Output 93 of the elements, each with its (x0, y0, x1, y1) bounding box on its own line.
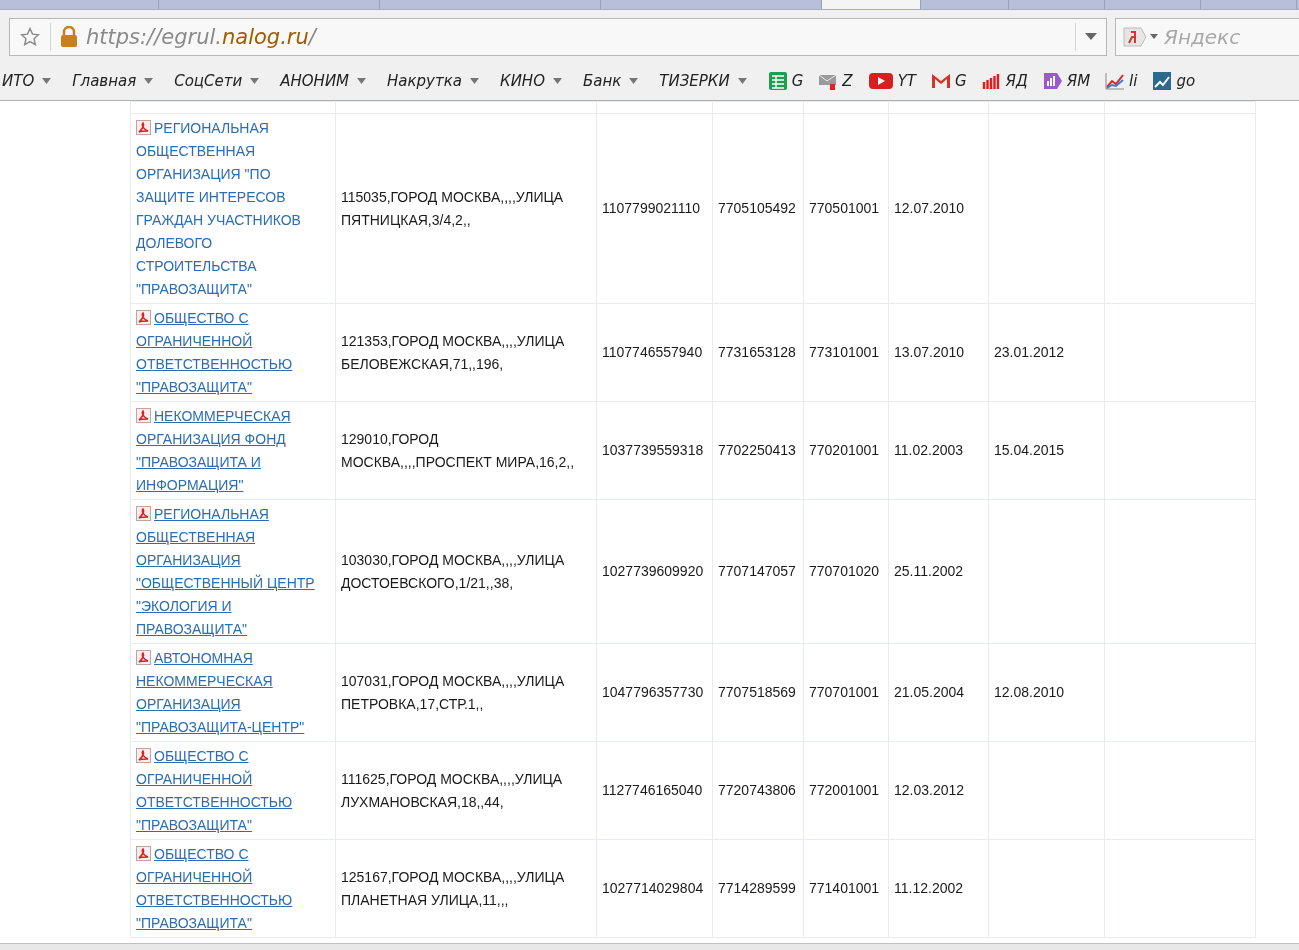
inn-text: 7707518569 (718, 684, 796, 700)
line-chart-icon (1105, 71, 1126, 91)
kpp-text: 770701001 (809, 684, 880, 700)
kpp-text: 771401001 (809, 880, 880, 896)
bookmark-link[interactable]: go (1152, 71, 1196, 91)
bookmark-folder[interactable]: Главная (72, 72, 154, 90)
kpp-text: 770501001 (809, 200, 880, 216)
bookmark-link[interactable]: G (767, 71, 804, 91)
date-text: 12.08.2010 (994, 684, 1065, 700)
ogrn-text: 1027714029804 (602, 880, 704, 896)
inn-text: 7714289599 (718, 880, 796, 896)
pdf-icon (136, 748, 151, 763)
dropdown-icon[interactable] (1085, 33, 1097, 40)
pdf-icon (136, 120, 151, 135)
star-icon[interactable] (20, 26, 40, 47)
browser-tab[interactable] (159, 0, 380, 9)
url-text: https://egrul.nalog.ru/ (86, 24, 319, 49)
play-icon (867, 71, 894, 91)
address-text: 107031,ГОРОД МОСКВА,,,,УЛИЦА ПЕТРОВКА,17,СТР.1,, (341, 672, 565, 712)
ogrn-text: 1047796357730 (602, 684, 704, 700)
browser-tab[interactable] (1009, 0, 1105, 9)
ogrn-text: 1127746165040 (602, 782, 703, 798)
caret-icon (470, 78, 479, 84)
browser-tab[interactable] (601, 0, 822, 9)
date-text: 12.07.2010 (894, 200, 965, 216)
bar-chart-icon (981, 71, 1002, 91)
browser-tab[interactable] (380, 0, 601, 9)
date-text: 15.04.2015 (994, 442, 1065, 458)
date-text: 23.01.2012 (994, 344, 1065, 360)
bookmark-folder[interactable]: АНОНИМ (280, 72, 367, 90)
address-bar[interactable]: https://egrul.nalog.ru/ (9, 17, 1107, 56)
bookmark-link[interactable]: li (1105, 71, 1138, 91)
bookmark-folder[interactable]: Банк (582, 72, 639, 90)
caret-icon (357, 78, 367, 84)
pdf-icon (136, 408, 151, 423)
bookmark-link[interactable]: YT (867, 71, 916, 91)
bookmark-link[interactable]: ЯД (981, 71, 1028, 91)
caret-icon (144, 78, 154, 84)
inn-text: 7731653128 (718, 344, 796, 360)
caret-icon (42, 78, 52, 84)
inn-text: 7720743806 (718, 782, 796, 798)
kpp-text: 770201001 (809, 442, 880, 458)
inn-text: 7702250413 (718, 442, 796, 458)
search-field[interactable]: Яндекс (1115, 17, 1299, 56)
inn-text: 7705105492 (718, 200, 796, 216)
caret-icon (629, 78, 639, 84)
browser-tab[interactable] (1105, 0, 1201, 9)
bookmark-folder[interactable]: КИНО (500, 72, 562, 90)
bookmark-folder[interactable]: ТИЗЕРКИ (659, 72, 747, 90)
pdf-icon (136, 310, 151, 325)
date-text: 13.07.2010 (894, 344, 965, 360)
address-text: 121353,ГОРОД МОСКВА,,,,УЛИЦА БЕЛОВЕЖСКАЯ,71,,196, (341, 332, 565, 372)
inn-text: 7707147057 (718, 563, 796, 579)
date-text: 12.03.2012 (894, 782, 965, 798)
browser-tab[interactable] (1201, 0, 1297, 9)
address-text: 129010,ГОРОД МОСКВА,,,,ПРОСПЕКТ МИРА,16,2,, (341, 430, 575, 470)
browser-tab[interactable] (0, 0, 159, 9)
kpp-text: 770701020 (809, 563, 880, 579)
browser-tab[interactable] (921, 0, 1009, 9)
bookmark-link[interactable]: G (930, 71, 967, 91)
address-text: 103030,ГОРОД МОСКВА,,,,УЛИЦА ДОСТОЕВСКОГО,1/21,,38, (341, 551, 565, 591)
ogrn-text: 1107799021110 (602, 200, 701, 216)
date-text: 25.11.2002 (894, 563, 964, 579)
date-text: 11.02.2003 (894, 442, 964, 458)
pdf-icon (136, 506, 151, 521)
kpp-text: 773101001 (809, 344, 880, 360)
caret-icon (250, 78, 260, 84)
bookmark-folder[interactable]: СоцСети (174, 72, 260, 90)
search-input[interactable]: Яндекс (1164, 24, 1274, 49)
pdf-icon (136, 846, 151, 861)
ogrn-text: 1107746557940 (602, 344, 703, 360)
address-text: 115035,ГОРОД МОСКВА,,,,УЛИЦА ПЯТНИЦКАЯ,3/4,2,, (341, 188, 564, 228)
date-text: 11.12.2002 (894, 880, 964, 896)
chart-icon (1152, 71, 1173, 91)
search-engine-icon (1122, 24, 1160, 49)
pdf-icon (136, 650, 151, 665)
date-text: 21.05.2004 (894, 684, 965, 700)
mail-icon (930, 71, 951, 91)
browser-tab[interactable] (822, 0, 921, 9)
ogrn-text: 1027739609920 (602, 563, 704, 579)
bookmark-folder[interactable]: ИТО (2, 72, 52, 90)
caret-icon (737, 78, 747, 84)
lock-icon (60, 25, 78, 48)
bookmark-folder[interactable]: Накрутка (387, 72, 479, 90)
bookmark-link[interactable]: ЯМ (1042, 71, 1091, 91)
bar-chart-icon (1042, 71, 1063, 91)
address-text: 125167,ГОРОД МОСКВА,,,,УЛИЦА ПЛАНЕТНАЯ УЛИЦА,11,,, (341, 868, 565, 908)
spreadsheet-icon (767, 71, 788, 91)
address-text: 111625,ГОРОД МОСКВА,,,,УЛИЦА ЛУХМАНОВСКАЯ,18,,44, (341, 770, 563, 810)
ogrn-text: 1037739559318 (602, 442, 704, 458)
caret-icon (552, 78, 562, 84)
kpp-text: 772001001 (809, 782, 880, 798)
bookmark-link[interactable]: Z (818, 71, 853, 91)
